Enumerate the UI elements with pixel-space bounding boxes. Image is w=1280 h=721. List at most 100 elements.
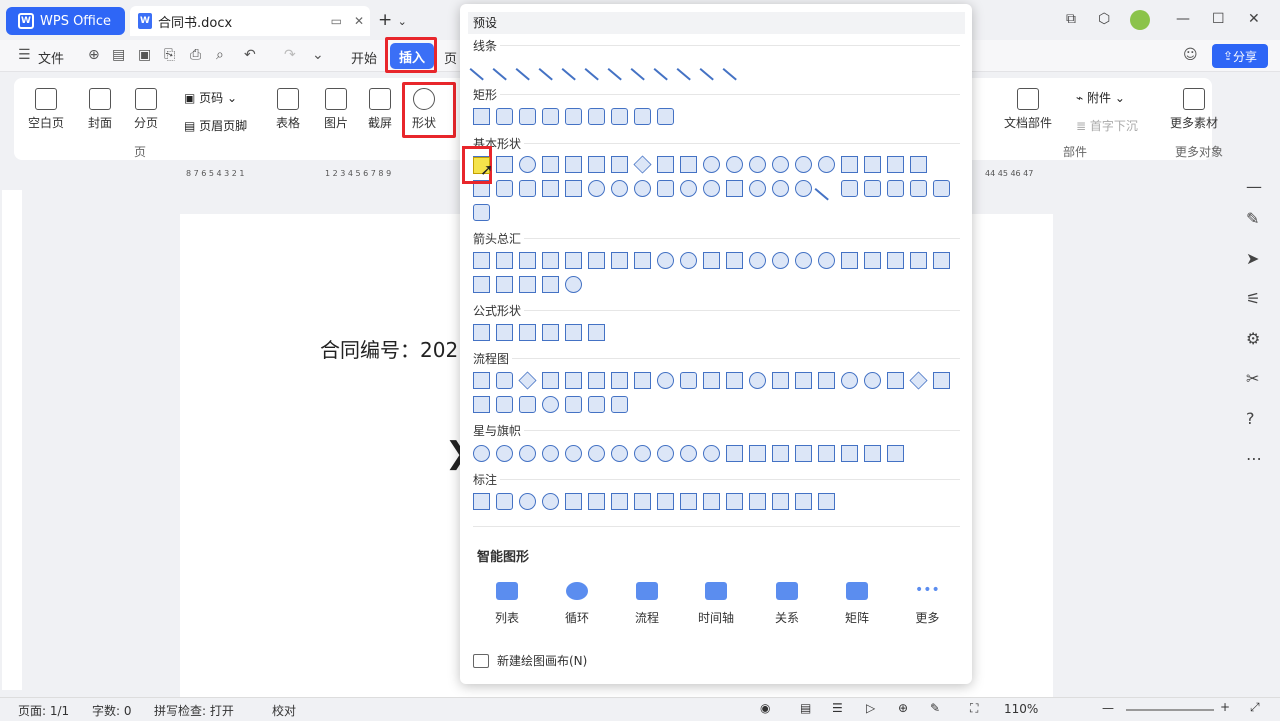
minus-icon[interactable]: — <box>1246 177 1262 196</box>
star24-shape-icon[interactable] <box>680 445 697 462</box>
l-shape-icon[interactable] <box>887 156 904 173</box>
horizontal-scroll-shape-icon[interactable] <box>841 445 858 462</box>
left-arrow-callout-shape-icon[interactable] <box>473 276 490 293</box>
cube-shape-icon[interactable] <box>542 180 559 197</box>
maximize-icon[interactable]: ☐ <box>1212 11 1225 27</box>
cloud-shape-icon[interactable] <box>795 180 812 197</box>
menu-file[interactable]: 文件 <box>38 48 64 67</box>
save-icon[interactable]: ▣ <box>138 47 151 63</box>
curved-right-arrow-shape-icon[interactable] <box>749 252 766 269</box>
zoom-out-icon[interactable]: — <box>1102 701 1114 715</box>
fullscreen-icon[interactable]: ⤢ <box>1250 700 1260 715</box>
play-icon[interactable]: ▷ <box>866 701 875 715</box>
border-callout3-shape-icon[interactable] <box>749 493 766 510</box>
more-icon[interactable]: ⋯ <box>1246 449 1262 468</box>
sequential-access-shape-icon[interactable] <box>542 396 559 413</box>
oval-shape-icon[interactable] <box>519 156 536 173</box>
block-arc-shape-icon[interactable] <box>634 180 651 197</box>
extract-shape-icon[interactable] <box>933 372 950 389</box>
or-shape-icon[interactable] <box>864 372 881 389</box>
line-callout3-shape-icon[interactable] <box>611 493 628 510</box>
star12-shape-icon[interactable] <box>634 445 651 462</box>
vertical-text-box-shape-icon[interactable] <box>496 156 513 173</box>
predefined-process-shape-icon[interactable] <box>565 372 582 389</box>
wave-shape-icon[interactable] <box>864 445 881 462</box>
print-icon[interactable]: ⎙ <box>190 47 201 63</box>
smart-matrix-button[interactable]: 矩阵 <box>845 582 869 626</box>
smart-process-button[interactable]: 流程 <box>635 582 659 626</box>
circular-arrow-shape-icon[interactable] <box>565 276 582 293</box>
right-triangle-shape-icon[interactable] <box>565 156 582 173</box>
octagon-shape-icon[interactable] <box>726 156 743 173</box>
rect-callout-shape-icon[interactable] <box>473 493 490 510</box>
accent-border-callout1-shape-icon[interactable] <box>772 493 789 510</box>
chat-icon[interactable]: ☺ <box>1183 47 1198 63</box>
manual-operation-shape-icon[interactable] <box>726 372 743 389</box>
star32-shape-icon[interactable] <box>703 445 720 462</box>
snip-same-side-shape-icon[interactable] <box>542 108 559 125</box>
dodecagon-shape-icon[interactable] <box>772 156 789 173</box>
preparation-shape-icon[interactable] <box>680 372 697 389</box>
document-tab[interactable]: W 合同书.docx ▭ ✕ <box>130 6 370 36</box>
not-equal-shape-icon[interactable] <box>588 324 605 341</box>
sliders-icon[interactable]: ⚟ <box>1246 289 1260 308</box>
print-preview-icon[interactable]: ⌕ <box>216 47 224 63</box>
smiley-face-shape-icon[interactable] <box>680 180 697 197</box>
vertical-scroll-shape-icon[interactable] <box>818 445 835 462</box>
tab-start[interactable]: 开始 <box>351 48 377 67</box>
line-shape-icon[interactable] <box>469 56 494 81</box>
right-arrow-callout-shape-icon[interactable] <box>933 252 950 269</box>
off-page-connector-shape-icon[interactable] <box>772 372 789 389</box>
snip-round-shape-icon[interactable] <box>588 108 605 125</box>
ribbon-up-shape-icon[interactable] <box>749 445 766 462</box>
double-brace-shape-icon[interactable] <box>864 180 881 197</box>
scribble-shape-icon[interactable] <box>722 56 747 81</box>
decagon-shape-icon[interactable] <box>749 156 766 173</box>
star6-shape-icon[interactable] <box>542 445 559 462</box>
star10-shape-icon[interactable] <box>611 445 628 462</box>
smart-relation-button[interactable]: 关系 <box>775 582 799 626</box>
tools-icon[interactable]: ✂ <box>1246 369 1259 388</box>
wps-office-button[interactable]: W WPS Office <box>6 7 125 35</box>
u-turn-arrow-shape-icon[interactable] <box>680 252 697 269</box>
smart-list-button[interactable]: 列表 <box>495 582 519 626</box>
no-symbol-shape-icon[interactable] <box>611 180 628 197</box>
ai-icon[interactable]: ⚙ <box>1246 329 1260 348</box>
screenshot-button[interactable]: 截屏 <box>368 88 392 131</box>
new-doc-icon[interactable]: ⊕ <box>88 47 100 63</box>
cloud-callout-shape-icon[interactable] <box>542 493 559 510</box>
arc-shape-icon[interactable] <box>814 176 839 201</box>
outline-view-icon[interactable]: ☰ <box>832 701 843 715</box>
left-right-arrow-shape-icon[interactable] <box>565 252 582 269</box>
magnetic-disk-shape-icon[interactable] <box>565 396 582 413</box>
up-down-arrow-shape-icon[interactable] <box>588 252 605 269</box>
rounded-callout-shape-icon[interactable] <box>496 493 513 510</box>
window-icon[interactable]: ▭ <box>331 14 342 28</box>
share-button[interactable]: ⇪ 分享 <box>1212 44 1268 68</box>
curved-down-arrow-shape-icon[interactable] <box>818 252 835 269</box>
open-folder-icon[interactable]: ▤ <box>112 47 125 63</box>
quad-arrow-shape-icon[interactable] <box>611 252 628 269</box>
diagonal-stripe-shape-icon[interactable] <box>910 156 927 173</box>
star16-shape-icon[interactable] <box>657 445 674 462</box>
accent-callout2-shape-icon[interactable] <box>657 493 674 510</box>
star4-shape-icon[interactable] <box>496 445 513 462</box>
proofread[interactable]: 校对 <box>272 702 296 719</box>
process-shape-icon[interactable] <box>473 372 490 389</box>
curved-double-arrow-shape-icon[interactable] <box>653 56 678 81</box>
accent-border-callout3-shape-icon[interactable] <box>818 493 835 510</box>
sun-shape-icon[interactable] <box>749 180 766 197</box>
smart-more-button[interactable]: ••• 更多 <box>915 582 940 626</box>
heptagon-shape-icon[interactable] <box>703 156 720 173</box>
divide-shape-icon[interactable] <box>542 324 559 341</box>
freeform-shape-icon[interactable] <box>699 56 724 81</box>
direct-access-shape-icon[interactable] <box>588 396 605 413</box>
round-diagonal-shape-icon[interactable] <box>657 108 674 125</box>
smart-cycle-button[interactable]: 循环 <box>565 582 589 626</box>
explosion-shape-icon[interactable] <box>473 445 490 462</box>
cursor-icon[interactable]: ➤ <box>1246 249 1259 268</box>
star7-shape-icon[interactable] <box>565 445 582 462</box>
quad-arrow-callout-shape-icon[interactable] <box>542 276 559 293</box>
zoom-level[interactable]: 110% <box>1004 702 1038 716</box>
collate-shape-icon[interactable] <box>887 372 904 389</box>
